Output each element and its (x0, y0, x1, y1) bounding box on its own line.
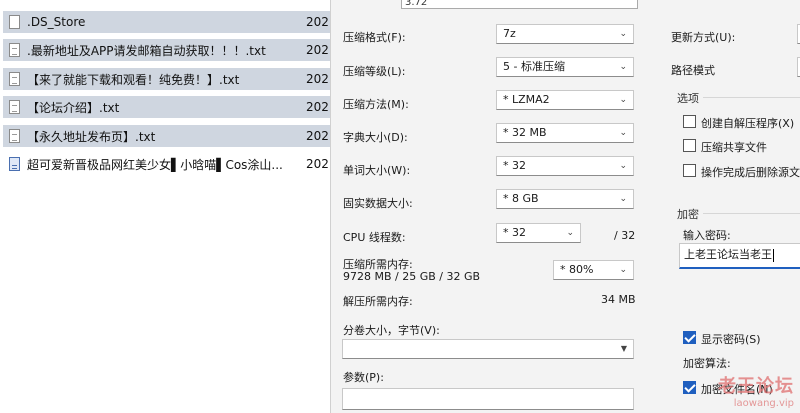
mem-decompress-label: 解压所需内存: (343, 295, 413, 308)
file-row-ds-store[interactable]: .DS_Store 202 (3, 11, 330, 33)
encryption-group-title: 加密 (677, 208, 699, 221)
text-caret (773, 248, 774, 262)
file-name: 【论坛介绍】.txt (27, 100, 120, 115)
encrypt-names-checkbox[interactable] (683, 381, 696, 394)
file-name: 【永久地址发布页】.txt (27, 129, 156, 144)
text-file-icon (9, 100, 20, 114)
password-value: 上老王论坛当老王 (684, 248, 772, 261)
file-name: .DS_Store (27, 15, 86, 29)
chevron-down-icon: ⌄ (619, 29, 627, 39)
solid-value: * 8 GB (503, 192, 539, 205)
caret-down-icon: ▼ (620, 344, 627, 353)
password-input[interactable]: 上老王论坛当老王 (679, 243, 800, 269)
mem-usage-value: * 80% (560, 263, 594, 276)
method-label: 压缩方法(M): (343, 98, 409, 111)
file-date: 202 (306, 15, 329, 29)
threads-max: / 32 (614, 229, 636, 242)
file-name: 超可爱新晋极品网红美少女▌小晗喵▌Cos涂山... (27, 157, 283, 172)
text-file-icon (9, 43, 20, 57)
file-date: 202 (306, 129, 329, 143)
dict-value: * 32 MB (503, 126, 547, 139)
path-mode-label: 路径模式 (671, 64, 715, 77)
solid-label: 固实数据大小: (343, 197, 413, 210)
word-label: 单词大小(W): (343, 164, 411, 177)
text-file-icon (9, 72, 20, 86)
level-select[interactable]: 5 - 标准压缩 ⌄ (496, 57, 634, 77)
chevron-down-icon: ⌄ (619, 62, 627, 72)
shared-checkbox[interactable] (683, 139, 696, 152)
file-name: .最新地址及APP请发邮箱自动获取！！！.txt (27, 43, 266, 58)
file-date: 202 (306, 43, 329, 57)
chevron-down-icon: ⌄ (619, 265, 627, 275)
threads-value: * 32 (503, 226, 526, 239)
params-input[interactable] (342, 388, 634, 410)
mem-decompress-value: 34 MB (601, 293, 636, 306)
chevron-down-icon: ⌄ (619, 128, 627, 138)
level-value: 5 - 标准压缩 (503, 60, 565, 73)
update-mode-label: 更新方式(U): (671, 31, 736, 44)
file-date: 202 (306, 157, 329, 171)
file-row-permanent-address[interactable]: 【永久地址发布页】.txt 202 (3, 125, 330, 147)
mem-compress-detail: 9728 MB / 25 GB / 32 GB (343, 270, 481, 283)
sfx-label: 创建自解压程序(X) (701, 117, 795, 130)
file-date: 202 (306, 72, 329, 86)
split-select[interactable]: ▼ (342, 339, 634, 359)
word-select[interactable]: * 32 ⌄ (496, 156, 634, 176)
word-value: * 32 (503, 159, 526, 172)
watermark: 老王论坛 laowang.vip (718, 372, 794, 409)
format-value: 7z (503, 27, 516, 40)
chevron-down-icon: ⌄ (566, 228, 574, 238)
chevron-down-icon: ⌄ (619, 95, 627, 105)
method-value: * LZMA2 (503, 93, 550, 106)
dict-label: 字典大小(D): (343, 131, 408, 144)
archive-path-input[interactable]: 3.72 (401, 0, 638, 9)
password-label: 输入密码: (683, 229, 731, 242)
file-row-forum-intro[interactable]: 【论坛介绍】.txt 202 (3, 96, 330, 118)
compression-dialog: 3.72 压缩格式(F): 7z ⌄ 压缩等级(L): 5 - 标准压缩 ⌄ 压… (330, 0, 800, 413)
threads-select[interactable]: * 32 ⌄ (496, 223, 581, 243)
options-group-title: 选项 (677, 92, 699, 105)
show-password-label: 显示密码(S) (701, 333, 761, 346)
dict-select[interactable]: * 32 MB ⌄ (496, 123, 634, 143)
blank-file-icon (9, 15, 20, 29)
chevron-down-icon: ⌄ (619, 194, 627, 204)
show-password-checkbox[interactable] (683, 331, 696, 344)
chevron-down-icon: ⌄ (619, 161, 627, 171)
watermark-title: 老王论坛 (718, 376, 794, 397)
solid-select[interactable]: * 8 GB ⌄ (496, 189, 634, 209)
mem-usage-select[interactable]: * 80% ⌄ (553, 260, 634, 280)
file-name: 【来了就能下载和观看！纯免费！】.txt (27, 72, 240, 87)
watermark-url: laowang.vip (733, 398, 794, 409)
delete-checkbox[interactable] (683, 164, 696, 177)
text-file-icon (9, 129, 20, 143)
sfx-checkbox[interactable] (683, 115, 696, 128)
encryption-divider (703, 213, 800, 214)
params-label: 参数(P): (343, 371, 384, 384)
file-row-latest-address[interactable]: .最新地址及APP请发邮箱自动获取！！！.txt 202 (3, 39, 330, 61)
format-select[interactable]: 7z ⌄ (496, 24, 634, 44)
threads-label: CPU 线程数: (343, 231, 406, 244)
file-row-image[interactable]: 超可爱新晋极品网红美少女▌小晗喵▌Cos涂山... 202 (3, 153, 330, 175)
options-divider (703, 97, 800, 98)
file-row-free-download[interactable]: 【来了就能下载和观看！纯免费！】.txt 202 (3, 68, 330, 90)
file-date: 202 (306, 100, 329, 114)
delete-label: 操作完成后删除源文件 (701, 166, 800, 179)
method-select[interactable]: * LZMA2 ⌄ (496, 90, 634, 110)
shared-label: 压缩共享文件 (701, 141, 767, 154)
split-label: 分卷大小，字节(V): (343, 324, 440, 337)
format-label: 压缩格式(F): (343, 31, 406, 44)
level-label: 压缩等级(L): (343, 65, 406, 78)
algo-label: 加密算法: (683, 357, 731, 370)
file-list: .DS_Store 202 .最新地址及APP请发邮箱自动获取！！！.txt 2… (0, 0, 330, 413)
image-file-icon (9, 157, 20, 171)
